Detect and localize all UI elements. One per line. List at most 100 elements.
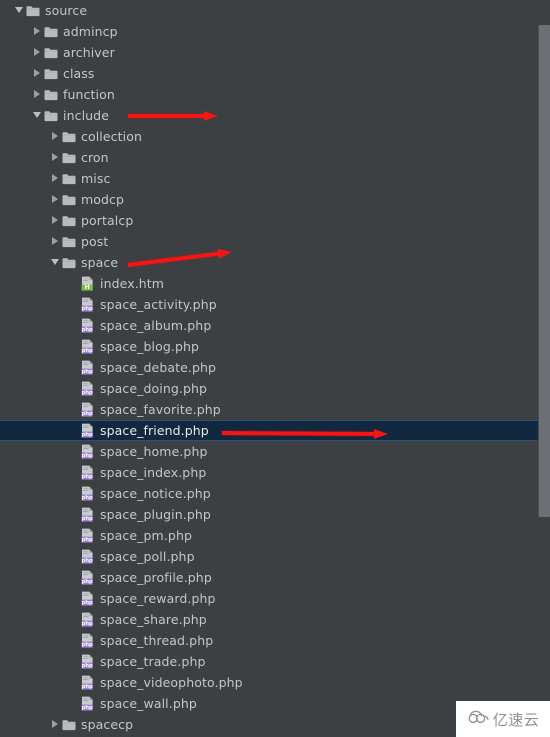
watermark-text: 亿速云 — [492, 710, 540, 729]
tree-row-file[interactable]: php space_blog.php — [0, 336, 550, 357]
chevron-down-icon[interactable] — [50, 252, 62, 273]
tree-row-file[interactable]: php space_activity.php — [0, 294, 550, 315]
svg-text:php: php — [82, 327, 93, 333]
chevron-right-icon[interactable] — [32, 42, 44, 63]
tree-row-folder[interactable]: admincp — [0, 21, 550, 42]
tree-row-file[interactable]: php space_plugin.php — [0, 504, 550, 525]
tree-row-folder[interactable]: modcp — [0, 189, 550, 210]
tree-row-folder[interactable]: source — [0, 0, 550, 21]
tree-row-folder[interactable]: cron — [0, 147, 550, 168]
vertical-scrollbar-track[interactable] — [538, 0, 550, 737]
tree-row-label: spacecp — [81, 717, 134, 732]
tree-row-label: class — [63, 66, 95, 81]
svg-text:php: php — [82, 705, 93, 711]
svg-text:php: php — [82, 369, 93, 375]
tree-row-label: space_doing.php — [100, 381, 208, 396]
tree-row-file[interactable]: php space_thread.php — [0, 630, 550, 651]
chevron-right-icon[interactable] — [32, 21, 44, 42]
folder-icon — [44, 68, 58, 80]
tree-row-file[interactable]: php space_favorite.php — [0, 399, 550, 420]
chevron-right-icon[interactable] — [50, 210, 62, 231]
tree-row-folder[interactable]: post — [0, 231, 550, 252]
php-file-icon: php — [80, 675, 95, 690]
tree-row-label: misc — [81, 171, 111, 186]
chevron-right-icon[interactable] — [32, 63, 44, 84]
twisty-placeholder — [68, 630, 80, 651]
twisty-placeholder — [68, 609, 80, 630]
tree-row-label: function — [63, 87, 115, 102]
chevron-right-icon[interactable] — [50, 231, 62, 252]
tree-row-file[interactable]: php space_index.php — [0, 462, 550, 483]
tree-row-file[interactable]: Hindex.htm — [0, 273, 550, 294]
tree-row-file[interactable]: php space_profile.php — [0, 567, 550, 588]
tree-row-file[interactable]: php space_home.php — [0, 441, 550, 462]
cloud-icon — [467, 710, 489, 729]
tree-row-folder[interactable]: class — [0, 63, 550, 84]
tree-row-folder[interactable]: include — [0, 105, 550, 126]
twisty-placeholder — [68, 525, 80, 546]
tree-row-label: space_thread.php — [100, 633, 214, 648]
chevron-right-icon[interactable] — [50, 147, 62, 168]
chevron-right-icon[interactable] — [50, 714, 62, 735]
tree-row-label: space_index.php — [100, 465, 207, 480]
tree-row-file[interactable]: php space_videophoto.php — [0, 672, 550, 693]
tree-row-label: space_share.php — [100, 612, 207, 627]
php-file-icon: php — [80, 486, 95, 501]
twisty-placeholder — [68, 441, 80, 462]
tree-row-file[interactable]: php space_reward.php — [0, 588, 550, 609]
twisty-placeholder — [68, 378, 80, 399]
php-file-icon: php — [80, 318, 95, 333]
chevron-down-icon[interactable] — [14, 0, 26, 21]
twisty-placeholder — [68, 672, 80, 693]
tree-row-folder[interactable]: collection — [0, 126, 550, 147]
tree-row-file[interactable]: php space_poll.php — [0, 546, 550, 567]
tree-row-folder[interactable]: archiver — [0, 42, 550, 63]
chevron-right-icon[interactable] — [50, 126, 62, 147]
php-file-icon: php — [80, 402, 95, 417]
folder-icon — [62, 194, 76, 206]
twisty-placeholder — [68, 462, 80, 483]
tree-row-file[interactable]: php space_doing.php — [0, 378, 550, 399]
tree-row-file[interactable]: php space_trade.php — [0, 651, 550, 672]
tree-row-file[interactable]: php space_pm.php — [0, 525, 550, 546]
project-file-tree[interactable]: source admincp archiver class function includ… — [0, 0, 550, 735]
vertical-scrollbar-thumb[interactable] — [539, 25, 550, 517]
tree-row-file[interactable]: php space_friend.php — [0, 420, 550, 441]
tree-row-folder[interactable]: portalcp — [0, 210, 550, 231]
tree-row-folder[interactable]: function — [0, 84, 550, 105]
php-file-icon: php — [80, 423, 95, 438]
php-file-icon: php — [80, 696, 95, 711]
chevron-down-icon[interactable] — [32, 105, 44, 126]
tree-row-label: space_friend.php — [100, 423, 209, 438]
twisty-placeholder — [68, 546, 80, 567]
twisty-placeholder — [68, 336, 80, 357]
tree-row-file[interactable]: php space_debate.php — [0, 357, 550, 378]
tree-row-label: space_videophoto.php — [100, 675, 243, 690]
tree-row-file[interactable]: php space_album.php — [0, 315, 550, 336]
tree-row-folder[interactable]: space — [0, 252, 550, 273]
twisty-placeholder — [68, 483, 80, 504]
chevron-right-icon[interactable] — [32, 84, 44, 105]
tree-row-folder[interactable]: misc — [0, 168, 550, 189]
svg-text:php: php — [82, 621, 93, 627]
tree-row-file[interactable]: php space_notice.php — [0, 483, 550, 504]
svg-text:php: php — [82, 390, 93, 396]
chevron-right-icon[interactable] — [50, 168, 62, 189]
tree-row-file[interactable]: php space_share.php — [0, 609, 550, 630]
tree-row-label: include — [63, 108, 109, 123]
folder-icon — [62, 215, 76, 227]
twisty-placeholder — [68, 399, 80, 420]
chevron-right-icon[interactable] — [50, 189, 62, 210]
php-file-icon: php — [80, 297, 95, 312]
tree-row-label: space_poll.php — [100, 549, 195, 564]
svg-text:php: php — [82, 495, 93, 501]
tree-row-label: space_favorite.php — [100, 402, 221, 417]
